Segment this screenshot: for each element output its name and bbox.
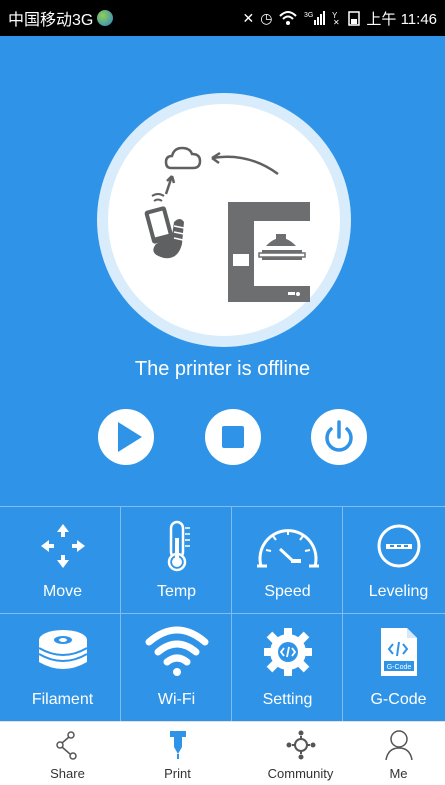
gcode-tile[interactable]: G-Code G-Code bbox=[343, 614, 445, 721]
tab-share[interactable]: Share bbox=[12, 722, 123, 785]
printer-status-panel: The printer is offline bbox=[0, 36, 445, 506]
setting-tile[interactable]: Setting bbox=[232, 614, 343, 721]
globe-icon bbox=[97, 10, 114, 26]
wifi-label: Wi-Fi bbox=[157, 691, 196, 708]
printer-illustration-ring bbox=[97, 93, 351, 347]
function-grid: Move Temp Speed Leveling Filament Wi-Fi … bbox=[0, 506, 445, 721]
status-bar: 中国移动3G ✕ ◷ 3G Y ✕ 上午 11:46 bbox=[0, 0, 445, 36]
cloud-icon bbox=[164, 146, 202, 170]
wifi-tile[interactable]: Wi-Fi bbox=[121, 614, 232, 721]
tab-print[interactable]: Print bbox=[122, 722, 233, 785]
play-button[interactable] bbox=[98, 409, 154, 465]
power-icon bbox=[325, 420, 353, 452]
cell-signal-icon: 3G bbox=[304, 11, 326, 25]
move-label: Move bbox=[42, 583, 83, 600]
wifi-signal-icon bbox=[279, 11, 298, 25]
3d-printer-icon bbox=[228, 202, 310, 302]
temp-tile[interactable]: Temp bbox=[121, 506, 232, 613]
tab-print-label: Print bbox=[164, 766, 191, 781]
printer-offline-illustration bbox=[144, 146, 310, 302]
share-icon bbox=[55, 731, 77, 760]
power-button[interactable] bbox=[311, 409, 367, 465]
print-icon bbox=[169, 731, 186, 759]
community-icon bbox=[286, 730, 315, 760]
person-icon bbox=[384, 730, 413, 761]
carrier-name: 中国移动3G bbox=[8, 12, 94, 29]
setting-label: Setting bbox=[262, 691, 313, 708]
printer-status-text: The printer is offline bbox=[134, 358, 311, 380]
sim2-icon: Y✕ bbox=[332, 11, 340, 26]
clock: 上午 11:46 bbox=[366, 10, 437, 28]
move-arrows-icon bbox=[40, 524, 85, 568]
speed-label: Speed bbox=[264, 583, 311, 600]
play-icon bbox=[118, 422, 142, 452]
stop-icon bbox=[222, 426, 244, 448]
leveling-tile[interactable]: Leveling bbox=[343, 506, 445, 613]
temp-label: Temp bbox=[156, 583, 197, 600]
speed-tile[interactable]: Speed bbox=[232, 506, 343, 613]
wifi-icon bbox=[145, 626, 208, 676]
leveling-label: Leveling bbox=[368, 583, 429, 600]
stop-button[interactable] bbox=[205, 409, 261, 465]
hand-phone-icon bbox=[144, 206, 185, 259]
mute-icon: ✕ bbox=[242, 9, 255, 26]
alarm-icon: ◷ bbox=[260, 9, 273, 26]
gcode-label: G-Code bbox=[370, 691, 427, 708]
network-type-small: 3G bbox=[304, 12, 313, 19]
filament-label: Filament bbox=[31, 691, 94, 708]
filament-spool-icon bbox=[37, 630, 88, 669]
gcode-file-caption: G-Code bbox=[386, 664, 411, 671]
status-icons: ✕ ◷ 3G Y ✕ 上午 11:46 bbox=[242, 8, 437, 29]
filament-tile[interactable]: Filament bbox=[7, 614, 118, 721]
gcode-file-icon: G-Code bbox=[380, 628, 417, 676]
speedometer-icon bbox=[256, 529, 319, 568]
tab-me[interactable]: Me bbox=[343, 722, 445, 785]
carrier-group: 中国移动3G bbox=[8, 6, 242, 30]
move-tile[interactable]: Move bbox=[7, 506, 118, 613]
tab-share-label: Share bbox=[50, 766, 85, 781]
svg-text:✕: ✕ bbox=[333, 18, 340, 26]
tab-community-label: Community bbox=[267, 766, 334, 781]
tab-community[interactable]: Community bbox=[245, 722, 356, 785]
leveling-icon bbox=[377, 524, 420, 568]
battery-icon bbox=[348, 11, 361, 26]
gear-code-icon bbox=[263, 628, 312, 676]
bottom-tab-bar: Share Print Community Me bbox=[0, 721, 445, 785]
printer-illustration bbox=[108, 104, 340, 336]
thermometer-icon bbox=[167, 520, 190, 572]
tab-me-label: Me bbox=[389, 766, 408, 781]
